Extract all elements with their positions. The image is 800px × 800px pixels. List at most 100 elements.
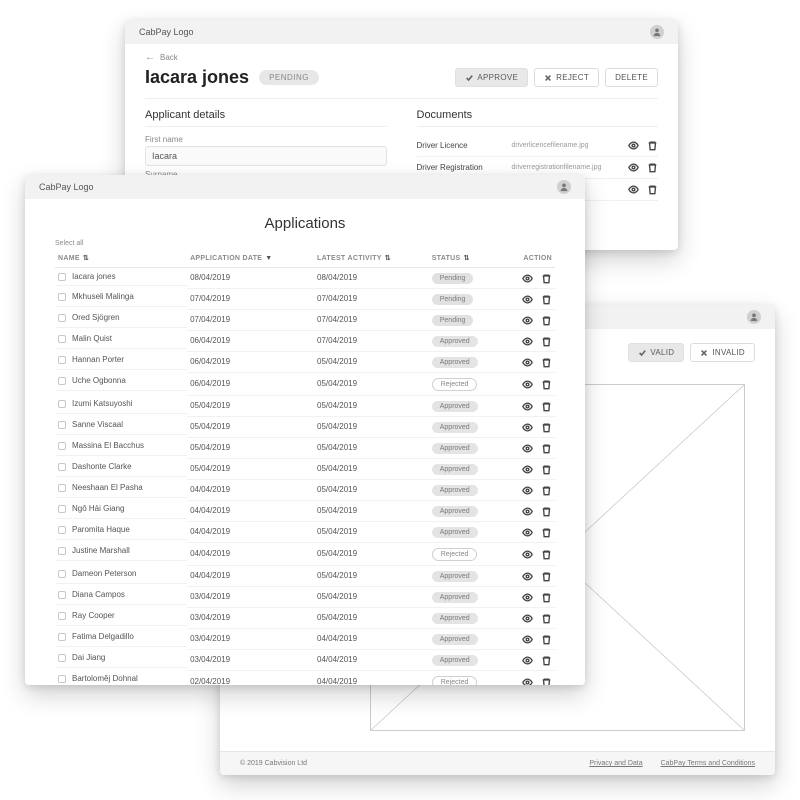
trash-icon[interactable] [541,401,552,412]
approve-button[interactable]: APPROVE [455,68,528,87]
row-checkbox[interactable] [58,547,66,555]
eye-icon[interactable] [522,422,533,433]
eye-icon[interactable] [522,485,533,496]
trash-icon[interactable] [541,336,552,347]
row-checkbox[interactable] [58,612,66,620]
table-row[interactable]: Mkhuseli Malinga07/04/201907/04/2019Pend… [55,289,555,310]
first-name-input[interactable] [145,146,387,166]
col-name[interactable]: NAME⇅ [55,249,187,268]
valid-button[interactable]: VALID [628,343,684,362]
table-row[interactable]: Ored Sjögren07/04/201907/04/2019Pending [55,310,555,331]
table-row[interactable]: Izumi Katsuyoshi05/04/201905/04/2019Appr… [55,396,555,417]
row-checkbox[interactable] [58,273,66,281]
table-row[interactable]: Hannan Porter06/04/201905/04/2019Approve… [55,352,555,373]
col-latest-activity[interactable]: LATEST ACTIVITY⇅ [314,249,429,268]
row-checkbox[interactable] [58,442,66,450]
col-application-date[interactable]: APPLICATION DATE▼ [187,249,314,268]
trash-icon[interactable] [541,506,552,517]
eye-icon[interactable] [522,634,533,645]
trash-icon[interactable] [541,571,552,582]
trash-icon[interactable] [541,613,552,624]
trash-icon[interactable] [541,464,552,475]
trash-icon[interactable] [541,592,552,603]
avatar[interactable] [650,25,664,39]
reject-button[interactable]: REJECT [534,68,599,87]
eye-icon[interactable] [522,571,533,582]
delete-button[interactable]: DELETE [605,68,658,87]
eye-icon[interactable] [522,401,533,412]
eye-icon[interactable] [522,677,533,686]
table-row[interactable]: Neeshaan El Pasha04/04/201905/04/2019App… [55,480,555,501]
table-row[interactable]: Massina El Bacchus05/04/201905/04/2019Ap… [55,438,555,459]
eye-icon[interactable] [522,549,533,560]
eye-icon[interactable] [522,294,533,305]
trash-icon[interactable] [647,184,658,195]
trash-icon[interactable] [647,162,658,173]
row-checkbox[interactable] [58,526,66,534]
row-checkbox[interactable] [58,356,66,364]
table-row[interactable]: Malin Quist06/04/201907/04/2019Approved [55,331,555,352]
trash-icon[interactable] [541,677,552,686]
eye-icon[interactable] [522,506,533,517]
eye-icon[interactable] [628,162,639,173]
invalid-button[interactable]: INVALID [690,343,755,362]
row-checkbox[interactable] [58,505,66,513]
table-row[interactable]: Dai Jiang03/04/201904/04/2019Approved [55,650,555,671]
avatar[interactable] [557,180,571,194]
row-checkbox[interactable] [58,463,66,471]
table-row[interactable]: Ray Cooper03/04/201905/04/2019Approved [55,608,555,629]
eye-icon[interactable] [522,273,533,284]
trash-icon[interactable] [541,443,552,454]
table-row[interactable]: Iacara jones08/04/201908/04/2019Pending [55,268,555,289]
row-checkbox[interactable] [58,421,66,429]
row-checkbox[interactable] [58,633,66,641]
row-checkbox[interactable] [58,293,66,301]
avatar[interactable] [747,310,761,324]
trash-icon[interactable] [541,379,552,390]
trash-icon[interactable] [541,294,552,305]
footer-link-privacy[interactable]: Privacy and Data [589,760,642,767]
row-checkbox[interactable] [58,314,66,322]
row-checkbox[interactable] [58,654,66,662]
eye-icon[interactable] [628,140,639,151]
trash-icon[interactable] [541,655,552,666]
table-row[interactable]: Dashonte Clarke05/04/201905/04/2019Appro… [55,459,555,480]
col-status[interactable]: STATUS⇅ [429,249,504,268]
footer-link-terms[interactable]: CabPay Terms and Conditions [661,760,755,767]
row-checkbox[interactable] [58,400,66,408]
eye-icon[interactable] [522,315,533,326]
eye-icon[interactable] [522,357,533,368]
eye-icon[interactable] [522,443,533,454]
trash-icon[interactable] [541,527,552,538]
row-checkbox[interactable] [58,377,66,385]
table-row[interactable]: Diana Campos03/04/201905/04/2019Approved [55,587,555,608]
eye-icon[interactable] [522,527,533,538]
row-checkbox[interactable] [58,335,66,343]
trash-icon[interactable] [541,357,552,368]
select-all-link[interactable]: Select all [55,240,555,247]
trash-icon[interactable] [541,315,552,326]
eye-icon[interactable] [522,592,533,603]
row-checkbox[interactable] [58,484,66,492]
row-checkbox[interactable] [58,675,66,683]
table-row[interactable]: Justine Marshall04/04/201905/04/2019Reje… [55,543,555,566]
eye-icon[interactable] [522,613,533,624]
table-row[interactable]: Dameon Peterson04/04/201905/04/2019Appro… [55,566,555,587]
trash-icon[interactable] [541,549,552,560]
table-row[interactable]: Bartoloměj Dohnal02/04/201904/04/2019Rej… [55,671,555,686]
eye-icon[interactable] [522,655,533,666]
eye-icon[interactable] [522,336,533,347]
table-row[interactable]: Paromita Haque04/04/201905/04/2019Approv… [55,522,555,543]
trash-icon[interactable] [541,634,552,645]
back-link[interactable]: ← Back [145,52,658,63]
table-row[interactable]: Sanne Viscaal05/04/201905/04/2019Approve… [55,417,555,438]
table-row[interactable]: Fatima Delgadillo03/04/201904/04/2019App… [55,629,555,650]
trash-icon[interactable] [541,422,552,433]
eye-icon[interactable] [522,379,533,390]
trash-icon[interactable] [647,140,658,151]
trash-icon[interactable] [541,485,552,496]
row-checkbox[interactable] [58,570,66,578]
row-checkbox[interactable] [58,591,66,599]
table-row[interactable]: Uche Ogbonna06/04/201905/04/2019Rejected [55,373,555,396]
trash-icon[interactable] [541,273,552,284]
